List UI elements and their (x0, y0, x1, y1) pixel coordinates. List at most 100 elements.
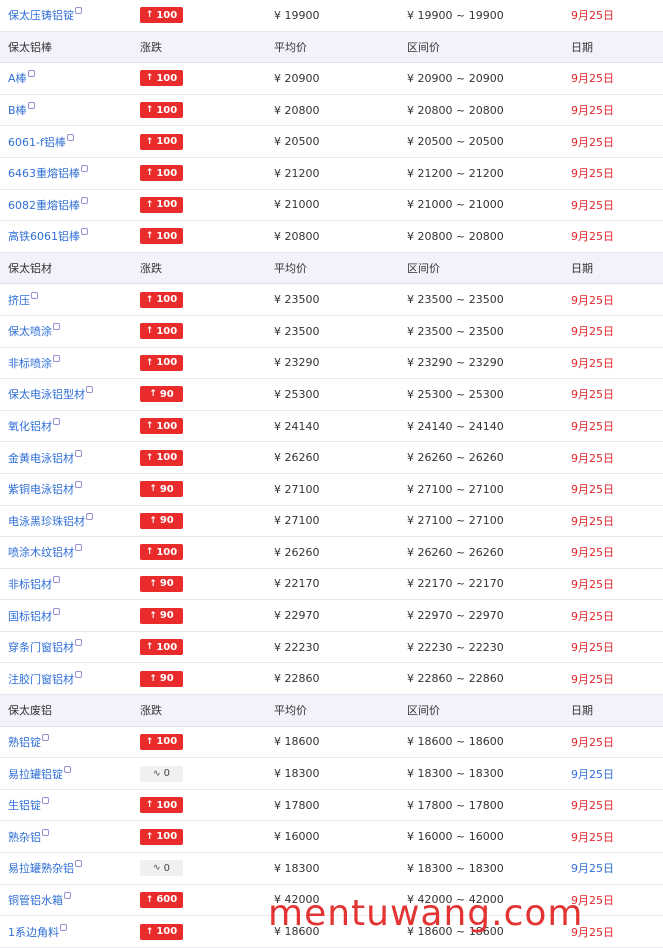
chart-mini-icon (75, 7, 82, 15)
avg-price: ¥ 24140 (274, 419, 320, 433)
range-price: ¥ 23290 ~ 23290 (407, 356, 504, 370)
chart-mini-icon (75, 639, 82, 647)
price-date: 9月25日 (571, 767, 614, 781)
product-link[interactable]: 电泳黑珍珠铝材 (8, 512, 93, 528)
range-price: ¥ 24140 ~ 24140 (407, 419, 504, 433)
chart-mini-icon (66, 133, 74, 141)
chart-mini-icon (42, 797, 49, 805)
product-name: B棒 (8, 104, 27, 118)
change-value: 90 (159, 515, 174, 527)
product-link[interactable]: 穿条门窗铝材 (8, 639, 82, 655)
chart-mini-icon (81, 196, 88, 204)
chart-mini-icon (75, 481, 82, 489)
change-value: 100 (156, 799, 178, 811)
change-value: 100 (156, 167, 178, 179)
product-link[interactable]: A棒 (8, 70, 35, 86)
avg-price: ¥ 16000 (274, 830, 320, 844)
arrow-up-icon: ↑ (149, 389, 157, 400)
product-link[interactable]: 6082重熔铝棒 (8, 196, 88, 212)
arrow-up-icon: ↑ (145, 10, 154, 21)
product-link[interactable]: 非标喷涂 (8, 354, 60, 370)
avg-price: ¥ 20500 (274, 135, 320, 149)
product-link[interactable]: 保太喷涂 (8, 323, 60, 338)
table-row: 1系边角料 ↑ 100 ¥ 18600 ¥ 18600 ~ 18600 9月25日 (0, 916, 663, 948)
col-header-range: 区间价 (407, 704, 440, 718)
product-link[interactable]: 非标铝材 (8, 575, 60, 591)
chart-mini-icon (75, 860, 82, 868)
change-cell: ↑ 100 (140, 196, 274, 213)
table-row: 6082重熔铝棒 ↑ 100 ¥ 21000 ¥ 21000 ~ 21000 9月25日 (0, 189, 663, 222)
price-date: 9月25日 (571, 641, 614, 655)
product-link[interactable]: 熟杂铝 (8, 828, 49, 844)
change-value: 100 (156, 420, 178, 432)
product-cell: 6082重熔铝棒 (0, 196, 140, 213)
product-link[interactable]: 铜管铝水箱 (8, 891, 71, 907)
change-badge: ↑ 90 (140, 481, 183, 498)
product-link[interactable]: 熟铝锭 (8, 733, 49, 749)
product-link[interactable]: 1系边角料 (8, 923, 67, 939)
change-cell: ↑ 600 (140, 891, 274, 908)
product-cell: 熟铝锭 (0, 733, 140, 750)
product-link[interactable]: 高铁6061铝棒 (8, 228, 88, 243)
chart-mini-icon (75, 670, 82, 678)
change-value: 100 (156, 230, 178, 242)
change-cell: ↑ 100 (140, 133, 274, 150)
change-badge: ↑ 100 (140, 923, 183, 940)
change-value: 100 (156, 452, 178, 464)
product-link[interactable]: 国标铝材 (8, 607, 60, 623)
change-value: 100 (156, 325, 178, 337)
table-row: 高铁6061铝棒 ↑ 100 ¥ 20800 ¥ 20800 ~ 20800 9月25日 (0, 221, 663, 253)
product-link[interactable]: 保太压铸铝锭 (8, 7, 82, 22)
product-link[interactable]: 氧化铝材 (8, 418, 60, 433)
avg-price: ¥ 22230 (274, 640, 320, 654)
product-link[interactable]: 易拉罐熟杂铝 (8, 860, 82, 875)
range-price: ¥ 22860 ~ 22860 (407, 672, 504, 686)
product-link[interactable]: 生铝锭 (8, 797, 49, 812)
range-price: ¥ 26260 ~ 26260 (407, 545, 504, 559)
chart-mini-icon (75, 544, 82, 552)
product-link[interactable]: 易拉罐铝锭 (8, 765, 71, 781)
product-name: 注胶门窗铝材 (8, 672, 74, 686)
range-price: ¥ 26260 ~ 26260 (407, 451, 504, 465)
price-date: 9月25日 (571, 325, 614, 339)
product-link[interactable]: 6463重熔铝棒 (8, 165, 88, 180)
product-link[interactable]: 紫铜电泳铝材 (8, 481, 82, 496)
change-badge: ↑ 90 (140, 386, 183, 403)
change-value: 100 (156, 199, 178, 211)
product-cell: B棒 (0, 102, 140, 118)
change-cell: ↑ 90 (140, 670, 274, 687)
product-cell: 高铁6061铝棒 (0, 228, 140, 244)
change-badge: ↑ 100 (140, 733, 183, 750)
chart-mini-icon (27, 102, 35, 110)
product-name: A棒 (8, 72, 27, 86)
product-link[interactable]: 6061-f铝棒 (8, 133, 74, 149)
price-date: 9月25日 (571, 799, 614, 813)
range-price: ¥ 20900 ~ 20900 (407, 71, 504, 85)
arrow-up-icon: ↑ (145, 105, 154, 116)
product-link[interactable]: 喷涂木纹铝材 (8, 544, 82, 559)
section-title: 保太铝棒 (8, 40, 52, 54)
chart-mini-icon (31, 291, 38, 299)
chart-mini-icon (86, 386, 93, 394)
product-cell: 保太喷涂 (0, 323, 140, 339)
arrow-up-icon: ↑ (145, 136, 154, 147)
change-badge: ↑ 90 (140, 512, 183, 529)
product-link[interactable]: 金黄电泳铝材 (8, 449, 82, 465)
table-row: 氧化铝材 ↑ 100 ¥ 24140 ¥ 24140 ~ 24140 9月25日 (0, 410, 663, 443)
col-header-date: 日期 (571, 262, 593, 276)
product-link[interactable]: 保太电泳铝型材 (8, 386, 93, 401)
price-date: 9月25日 (571, 451, 614, 465)
table-row: 非标铝材 ↑ 90 ¥ 22170 ¥ 22170 ~ 22170 9月25日 (0, 568, 663, 601)
chart-mini-icon (42, 828, 49, 836)
table-row: 6463重熔铝棒 ↑ 100 ¥ 21200 ¥ 21200 ~ 21200 9月25日 (0, 157, 663, 190)
range-price: ¥ 18300 ~ 18300 (407, 767, 504, 781)
product-link[interactable]: B棒 (8, 102, 35, 118)
product-name: 穿条门窗铝材 (8, 641, 74, 655)
range-price: ¥ 21000 ~ 21000 (407, 198, 504, 212)
product-cell: 保太压铸铝锭 (0, 7, 140, 23)
range-price: ¥ 18600 ~ 18600 (407, 735, 504, 749)
change-cell: ↑ 100 (140, 102, 274, 119)
col-header-date: 日期 (571, 704, 593, 718)
product-link[interactable]: 挤压 (8, 291, 38, 307)
product-link[interactable]: 注胶门窗铝材 (8, 670, 82, 686)
